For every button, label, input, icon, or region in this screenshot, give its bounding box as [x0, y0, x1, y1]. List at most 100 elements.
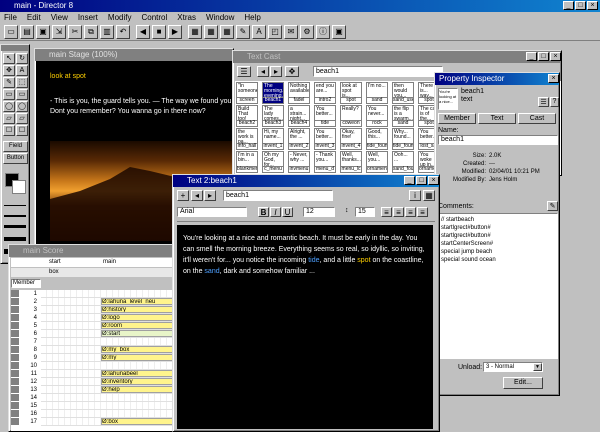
sprite-span[interactable]: Ø:lahuna_level_neu — [101, 298, 175, 305]
field-tool-icon[interactable]: Field — [3, 141, 28, 152]
cast-member-cell[interactable]: "In someone's... screen — [236, 82, 258, 104]
member-name-field[interactable]: beach1 — [438, 135, 558, 145]
next-member-icon[interactable]: ▸ — [270, 66, 282, 77]
cast-member-cell[interactable]: I'm in a bin... blankmenu — [236, 151, 258, 173]
edit-button[interactable]: Edit... — [503, 377, 543, 389]
help-icon[interactable]: ? — [550, 97, 559, 107]
score-channel-row[interactable]: 9 Ø:my — [11, 354, 176, 362]
rewind-icon[interactable]: ◀ — [136, 25, 150, 39]
cast-member-cell[interactable]: - Thank you... menu_d — [314, 151, 336, 173]
cast-member-cell[interactable]: You never... rock — [366, 105, 388, 127]
text-icon[interactable]: A — [252, 25, 266, 39]
save-icon[interactable]: ▣ — [36, 25, 50, 39]
score-channel-row[interactable]: 3 Ø:history — [11, 306, 176, 314]
text-editor-body[interactable]: You're looking at a nice and romantic be… — [177, 225, 433, 429]
score-channel-row[interactable]: 8 Ø:my_box — [11, 346, 176, 354]
menu-view[interactable]: View — [51, 13, 68, 22]
rotate-tool-icon[interactable]: ↻ — [16, 53, 28, 64]
cast-member-cell[interactable]: You better... tide — [314, 105, 336, 127]
cast-member-cell[interactable]: You better... invent_3 — [314, 128, 336, 150]
cast-member-cell[interactable]: The morning... evening...beach1 — [262, 82, 284, 104]
chevron-down-icon[interactable]: ▼ — [533, 363, 542, 371]
ellipse-icon[interactable]: ◯ — [16, 101, 28, 112]
add-icon[interactable]: + — [177, 190, 189, 201]
menu-edit[interactable]: Edit — [27, 13, 41, 22]
score-channel-row[interactable]: 7 — [11, 338, 176, 346]
pencil-tool-icon[interactable]: ✎ — [3, 77, 15, 88]
undo-icon[interactable]: ↶ — [116, 25, 130, 39]
filled-round-rect-icon[interactable]: ▱ — [3, 113, 15, 124]
filled-ellipse-icon[interactable]: ◯ — [3, 101, 15, 112]
minimize-icon[interactable]: _ — [526, 52, 537, 61]
open-icon[interactable]: ▤ — [20, 25, 34, 39]
stop-icon[interactable]: ■ — [152, 25, 166, 39]
inspector-icon[interactable]: ⓘ — [316, 25, 330, 39]
cast-member-cell[interactable]: end you are... intro2 — [314, 82, 336, 104]
sprite-span[interactable]: Ø:box — [101, 418, 175, 425]
cast-member-cell[interactable]: I'm no... sand — [366, 82, 388, 104]
score-channel-row[interactable]: 5 Ø:room — [11, 322, 176, 330]
font-select[interactable]: Arial — [177, 207, 247, 217]
sprite-span[interactable]: Ø:my — [101, 354, 175, 361]
score-channel-row[interactable]: 12 Ø:inventory — [11, 378, 176, 386]
text-tool-icon[interactable]: A — [16, 65, 28, 76]
import-icon[interactable]: ⇲ — [52, 25, 66, 39]
align-left-icon[interactable]: ≡ — [381, 207, 392, 217]
cast-member-cell[interactable]: Okay, fine! invent_4 — [340, 128, 362, 150]
list-view-icon[interactable]: ☰ — [538, 97, 549, 107]
score-channel-row[interactable]: 4 Ø:logo — [11, 314, 176, 322]
text-member-name-field[interactable]: beach1 — [223, 190, 333, 201]
cast-member-cell[interactable]: the flip is a swarm... sand — [392, 105, 414, 127]
cast-member-cell[interactable]: Alright, the ... invent_2 — [288, 128, 310, 150]
new-movie-icon[interactable]: ▭ — [4, 25, 18, 39]
tab-member[interactable]: Member — [438, 113, 476, 124]
italic-button[interactable]: I — [270, 207, 281, 217]
paint-icon[interactable]: ✎ — [236, 25, 250, 39]
round-rect-icon[interactable]: ▱ — [16, 113, 28, 124]
minimize-icon[interactable]: _ — [563, 1, 574, 10]
sprite-span[interactable]: Ø:history — [101, 306, 175, 313]
sprite-span[interactable]: Ø:my_box — [101, 346, 175, 353]
menu-file[interactable]: File — [4, 13, 17, 22]
member-dropdown[interactable]: Member — [11, 279, 41, 288]
next-member-icon[interactable]: ▸ — [204, 190, 216, 201]
edit-comments-icon[interactable]: ✎ — [547, 201, 558, 211]
cast-member-cell[interactable]: Ooh... ... sand_found — [392, 151, 414, 173]
score-channel-row[interactable]: 14 — [11, 394, 176, 402]
cast-member-cell[interactable]: a strain... night... beach4 — [288, 105, 310, 127]
tab-text[interactable]: Text — [478, 113, 516, 124]
cast-member-cell[interactable]: Really? coweon — [340, 105, 362, 127]
play-icon[interactable]: ▶ — [168, 25, 182, 39]
score-channel-row[interactable]: 13 Ø:help — [11, 386, 176, 394]
menu-help[interactable]: Help — [244, 13, 260, 22]
score-icon[interactable]: ▦ — [220, 25, 234, 39]
cast-name-field[interactable]: beach1 — [313, 66, 443, 77]
background-color-swatch[interactable] — [12, 180, 26, 194]
close-icon[interactable]: × — [548, 74, 559, 83]
justify-icon[interactable]: ≡ — [417, 207, 428, 217]
prev-member-icon[interactable]: ◂ — [257, 66, 269, 77]
tab-cast[interactable]: Cast — [518, 113, 556, 124]
cast-member-cell[interactable]: Nothing available... fadel — [288, 82, 310, 104]
font-size-select[interactable]: 12 — [303, 207, 335, 217]
score-channel-row[interactable]: 16 — [11, 410, 176, 418]
drag-member-icon[interactable]: ✥ — [285, 66, 299, 77]
behavior-icon[interactable]: ⚙ — [300, 25, 314, 39]
score-channel-row[interactable]: 2 Ø:lahuna_level_neu — [11, 298, 176, 306]
sprite-span[interactable]: Ø:lahunabeel — [101, 370, 175, 377]
filled-rect-icon[interactable]: ▭ — [3, 89, 15, 100]
rect-icon[interactable]: ▭ — [16, 89, 28, 100]
cast-member-cell[interactable]: Well, thanks... menu_lc — [340, 151, 362, 173]
library-icon[interactable]: ▣ — [332, 25, 346, 39]
checkbox-tool-icon[interactable]: ☐ — [3, 125, 15, 136]
hand-tool-icon[interactable]: ✥ — [3, 65, 15, 76]
align-right-icon[interactable]: ≡ — [405, 207, 416, 217]
score-channel-row[interactable]: 17 Ø:box — [11, 418, 176, 426]
line-width-option[interactable] — [4, 205, 26, 206]
script-icon[interactable]: ◰ — [268, 25, 282, 39]
close-icon[interactable]: × — [550, 52, 561, 61]
menu-xtras[interactable]: Xtras — [177, 13, 196, 22]
line-spacing-field[interactable]: 15 — [355, 207, 375, 217]
close-icon[interactable]: × — [428, 176, 439, 185]
sprite-span[interactable]: Ø:logo — [101, 314, 175, 321]
